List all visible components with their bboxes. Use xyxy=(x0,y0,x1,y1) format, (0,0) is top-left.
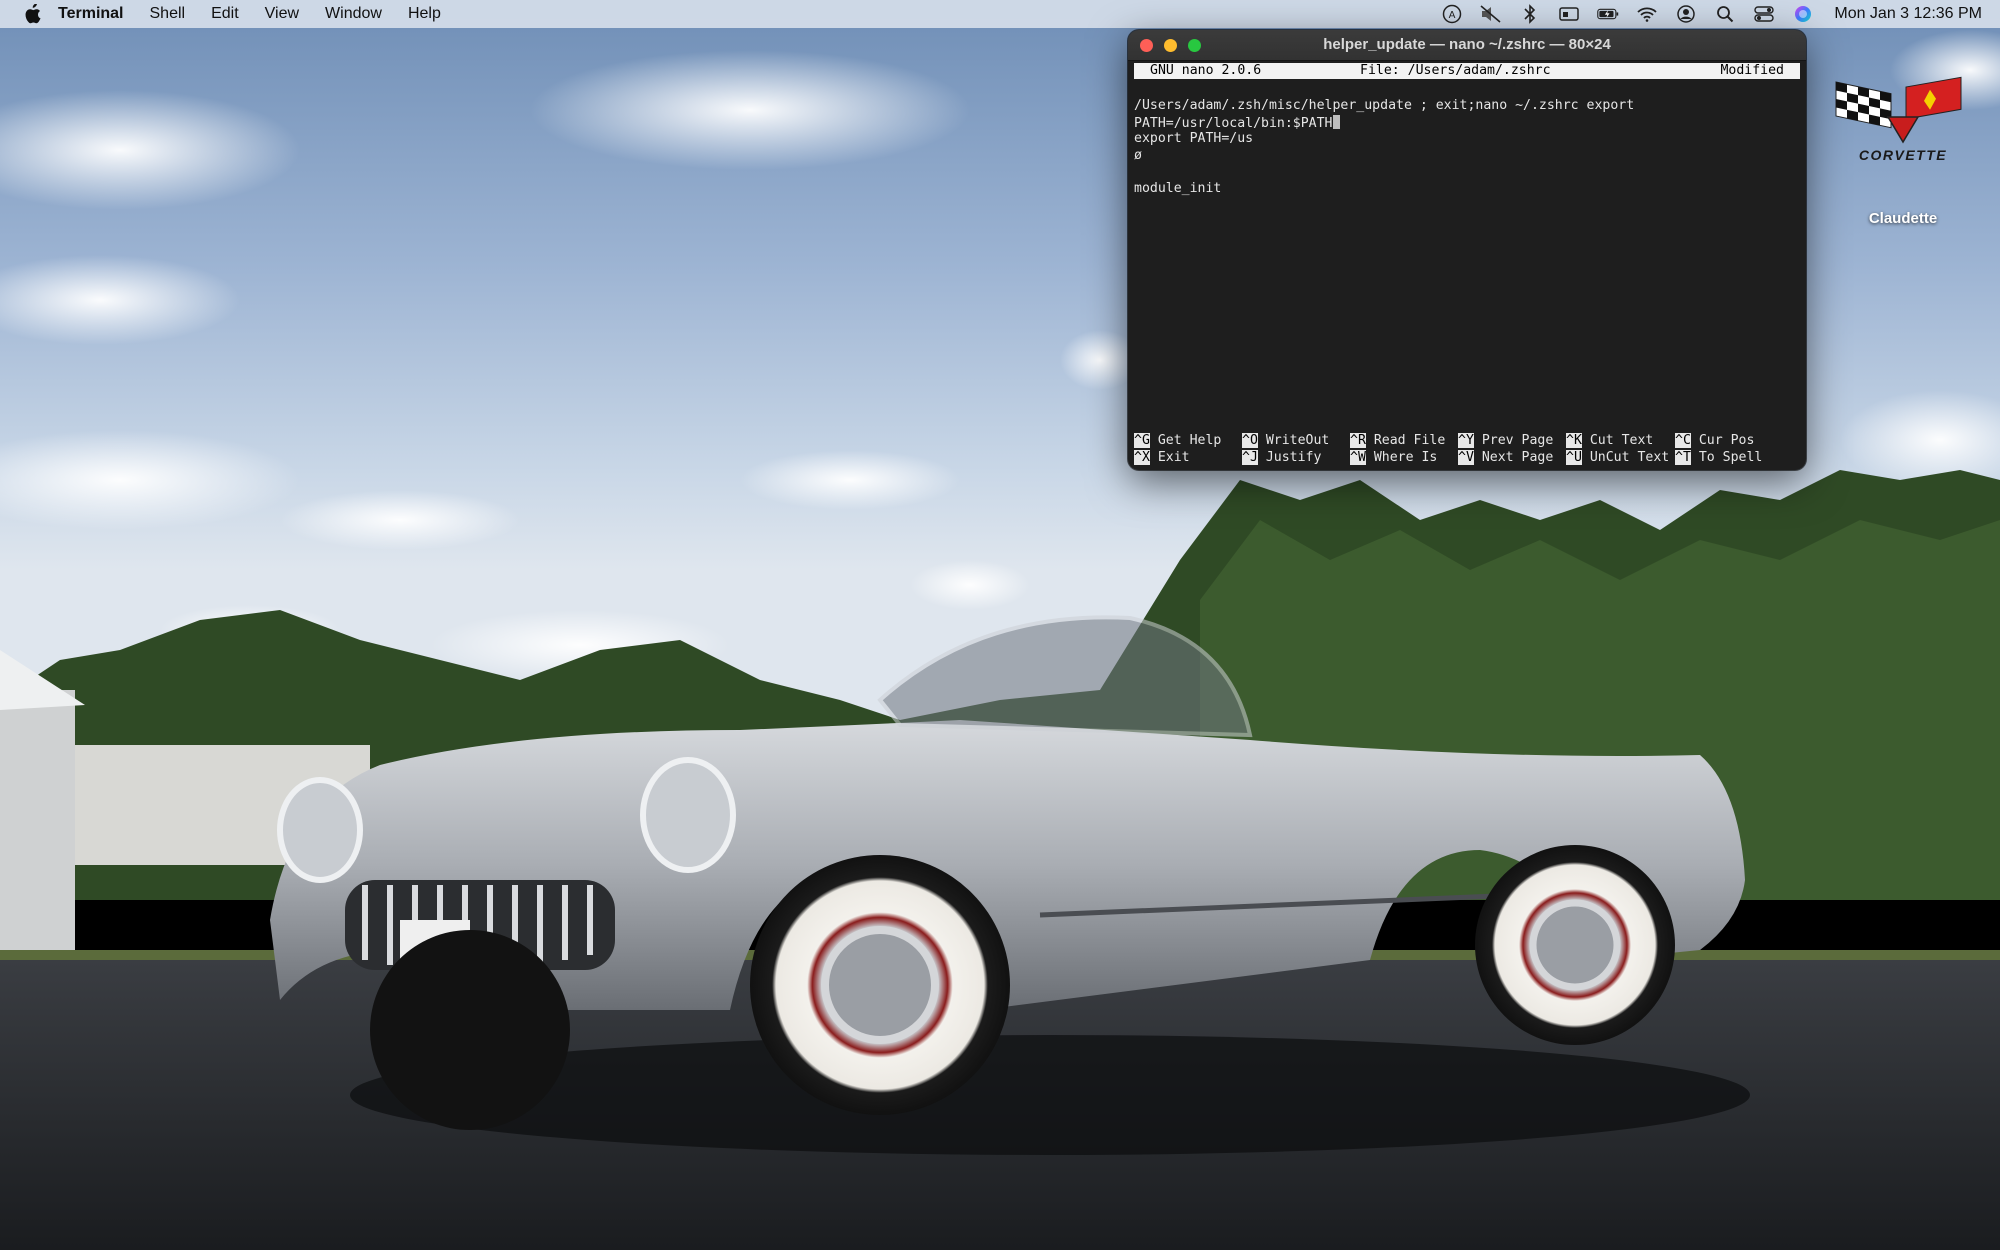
shortcut-next-page[interactable]: ^V Next Page xyxy=(1458,449,1553,467)
shortcut-cur-pos[interactable]: ^C Cur Pos xyxy=(1675,433,1754,450)
shortcut-prev-page[interactable]: ^Y Prev Page xyxy=(1458,433,1553,450)
bluetooth-icon[interactable] xyxy=(1519,3,1541,25)
mute-icon[interactable] xyxy=(1480,3,1502,25)
nano-version: GNU nano 2.0.6 xyxy=(1150,63,1262,78)
menu-help[interactable]: Help xyxy=(408,5,441,23)
battery-icon[interactable] xyxy=(1597,3,1619,25)
window-titlebar[interactable]: helper_update — nano ~/.zshrc — 80×24 xyxy=(1128,30,1806,61)
svg-text:A: A xyxy=(1449,10,1456,21)
menu-window[interactable]: Window xyxy=(325,5,382,23)
desktop-icon-label: Claudette xyxy=(1868,210,1938,227)
corvette-logo-text: CORVETTE xyxy=(1859,147,1947,162)
menu-edit[interactable]: Edit xyxy=(211,5,239,23)
spotlight-search-icon[interactable] xyxy=(1714,3,1736,25)
nano-header-bar: GNU nano 2.0.6 File: /Users/adam/.zshrc … xyxy=(1134,63,1800,79)
buffer-line xyxy=(1134,164,1794,181)
nano-file-label: File: /Users/adam/.zshrc xyxy=(1360,63,1551,78)
wifi-icon[interactable] xyxy=(1636,3,1658,25)
buffer-line: module_init xyxy=(1134,180,1222,196)
shortcut-row-1: ^G Get Help ^O WriteOut ^R Read File ^Y … xyxy=(1134,433,1800,450)
shortcut-cut-text[interactable]: ^K Cut Text xyxy=(1566,433,1653,450)
shortcut-get-help[interactable]: ^G Get Help xyxy=(1134,433,1221,450)
menu-app-terminal[interactable]: Terminal xyxy=(58,5,124,23)
menu-shell[interactable]: Shell xyxy=(150,5,186,23)
display-icon[interactable] xyxy=(1558,3,1580,25)
text-cursor xyxy=(1332,114,1340,129)
buffer-line-cursor: PATH=/usr/local/bin:$PATH xyxy=(1134,114,1794,132)
menu-bar: Terminal Shell Edit View Window Help A M… xyxy=(0,0,2000,28)
shortcut-justify[interactable]: ^J Justify xyxy=(1242,449,1321,467)
shortcut-uncut-text[interactable]: ^U UnCut Text xyxy=(1566,449,1669,467)
control-center-icon[interactable] xyxy=(1753,3,1775,25)
accessibility-keyboard-icon[interactable]: A xyxy=(1441,3,1463,25)
shortcut-row-2: ^X Exit ^J Justify ^W Where Is ^V Next P… xyxy=(1134,449,1800,467)
menu-view[interactable]: View xyxy=(265,5,299,23)
siri-icon[interactable] xyxy=(1792,3,1814,25)
status-area: A Mon Jan 3 12:36 PM xyxy=(1424,0,1982,28)
window-title: helper_update — nano ~/.zshrc — 80×24 xyxy=(1323,36,1611,53)
desktop-icon-claudette[interactable]: CORVETTE Claudette xyxy=(1828,72,1978,227)
buffer-line-text: PATH=/usr/local/bin:$PATH xyxy=(1134,115,1333,131)
shortcut-read-file[interactable]: ^R Read File xyxy=(1350,433,1445,450)
corvette-logo-icon: CORVETTE xyxy=(1835,76,1962,163)
menubar-clock[interactable]: Mon Jan 3 12:36 PM xyxy=(1834,5,1982,23)
buffer-line: export PATH=/us xyxy=(1134,131,1254,147)
shortcut-writeout[interactable]: ^O WriteOut xyxy=(1242,433,1329,450)
user-account-icon[interactable] xyxy=(1675,3,1697,25)
nano-modified-status: Modified xyxy=(1720,63,1784,78)
shortcut-to-spell[interactable]: ^T To Spell xyxy=(1675,449,1762,467)
terminal-window[interactable]: helper_update — nano ~/.zshrc — 80×24 GN… xyxy=(1128,30,1806,470)
buffer-line: /Users/adam/.zsh/misc/helper_update ; ex… xyxy=(1134,98,1635,113)
shortcut-where-is[interactable]: ^W Where Is xyxy=(1350,449,1437,467)
apple-menu-icon[interactable] xyxy=(22,4,42,24)
buffer-line: ø xyxy=(1134,147,1142,163)
shortcut-exit[interactable]: ^X Exit xyxy=(1134,449,1190,467)
nano-edit-buffer[interactable]: /Users/adam/.zsh/misc/helper_update ; ex… xyxy=(1134,98,1794,198)
